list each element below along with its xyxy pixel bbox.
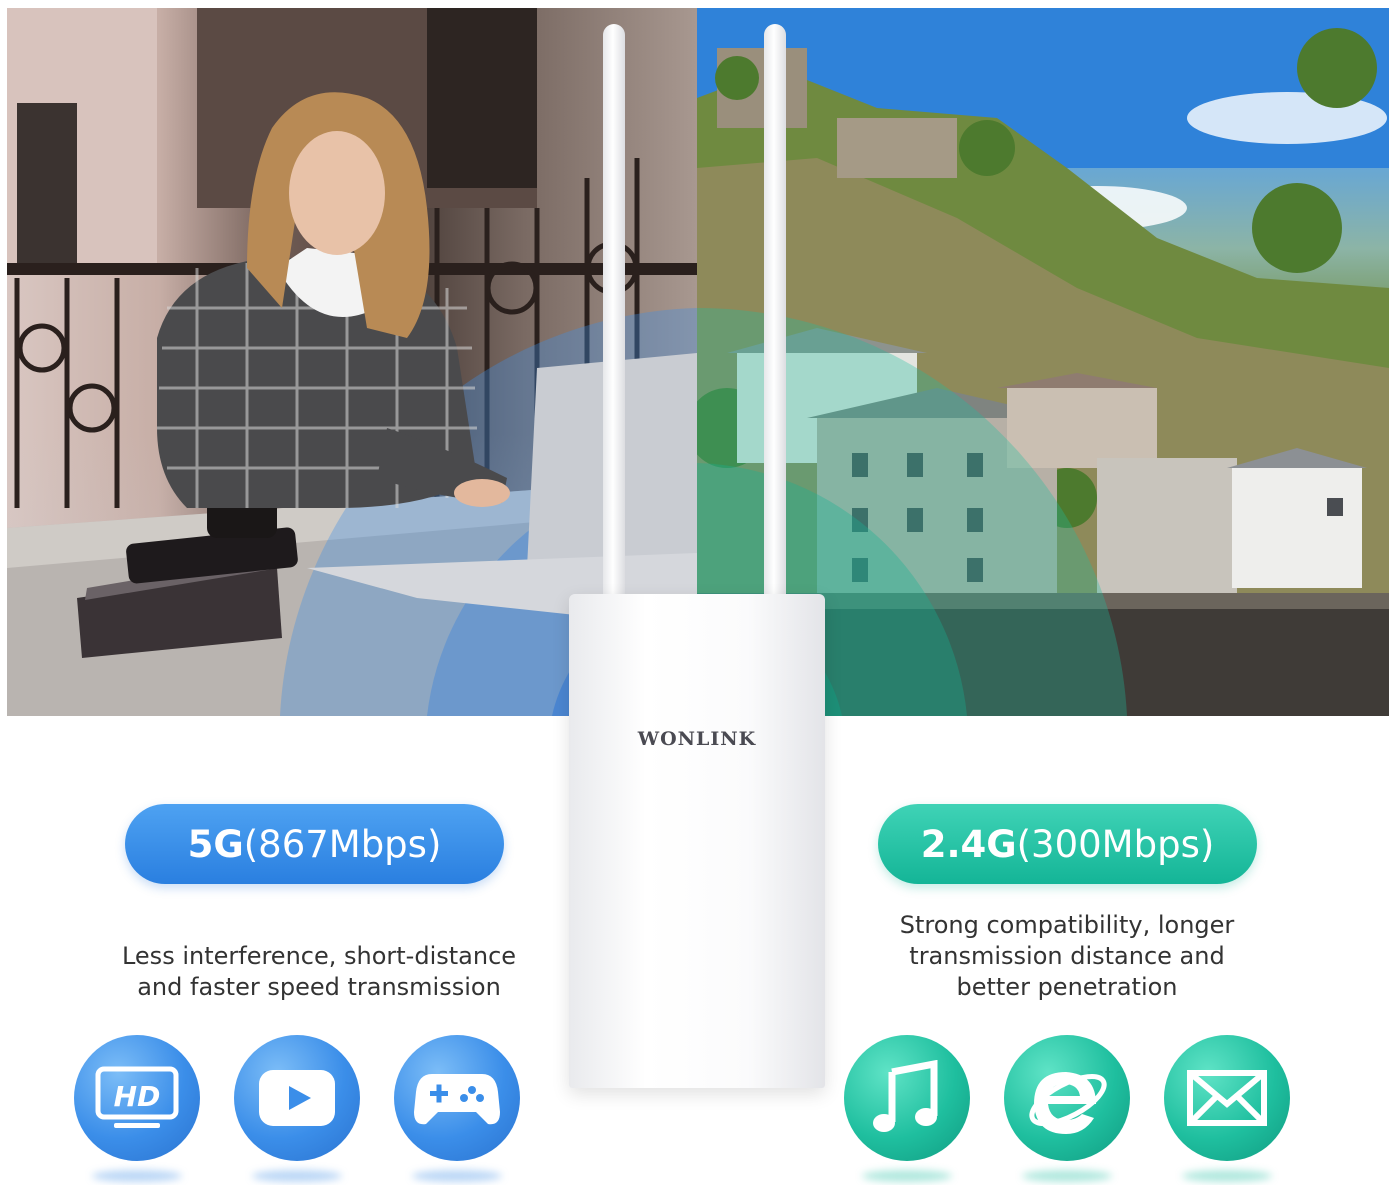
music-note-icon (844, 1035, 970, 1161)
play-icon (234, 1035, 360, 1161)
icon-shadow (252, 1170, 342, 1182)
gamepad-icon (394, 1035, 520, 1161)
browser-icon (1004, 1035, 1130, 1161)
icon-shadow (412, 1170, 502, 1182)
band-5g-description-line: and faster speed transmission (137, 973, 501, 1001)
outdoor-access-point-device (569, 594, 825, 1088)
band-24g-description-line: transmission distance and (909, 942, 1225, 970)
band-5g-description: Less interference, short-distance and fa… (80, 941, 558, 1003)
brand-logo: WONLINK (637, 728, 757, 750)
icon-shadow (1022, 1170, 1112, 1182)
band-24g-description-line: better penetration (956, 973, 1178, 1001)
band-24g-pill: 2.4G (300Mbps) (878, 804, 1257, 884)
icon-shadow (92, 1170, 182, 1182)
band-24g-description: Strong compatibility, longer transmissio… (860, 910, 1274, 1003)
band-24g-label: 2.4G (920, 822, 1017, 866)
icon-shadow (862, 1170, 952, 1182)
left-antenna (603, 24, 625, 606)
band-5g-speed: (867Mbps) (243, 822, 442, 866)
icon-shadow (1182, 1170, 1272, 1182)
product-banner: WONLINK 5G (867Mbps) Less interference, s… (0, 0, 1394, 1185)
mail-icon (1164, 1035, 1290, 1161)
band-24g-description-line: Strong compatibility, longer (899, 911, 1235, 939)
band-5g-pill: 5G (867Mbps) (125, 804, 504, 884)
hd-icon-text: HD (114, 1080, 161, 1113)
band-5g-label: 5G (187, 822, 244, 866)
hd-icon: HD (74, 1035, 200, 1161)
band-24g-speed: (300Mbps) (1016, 822, 1215, 866)
right-antenna (764, 24, 786, 606)
band-5g-description-line: Less interference, short-distance (121, 942, 517, 970)
